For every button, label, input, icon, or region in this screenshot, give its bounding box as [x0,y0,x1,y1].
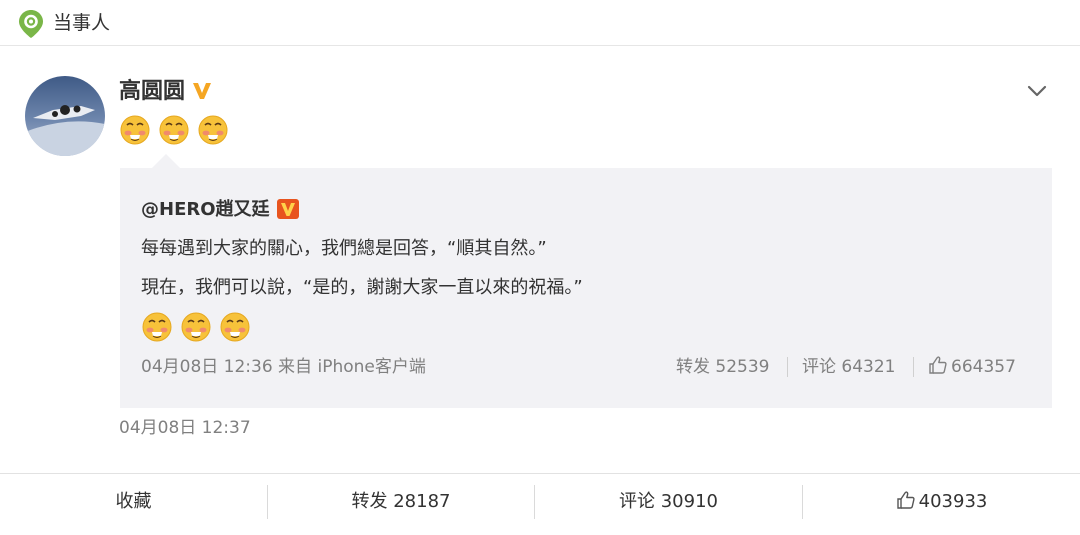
quoted-author[interactable]: @HERO趙又廷 [141,198,270,222]
post-emojis [120,115,232,147]
comment-button[interactable]: 评论 30910 [535,474,802,535]
quoted-like-count: 664357 [951,357,1016,377]
blushing-face-icon [159,115,189,145]
page-title: 当事人 [53,12,111,34]
verified-v-icon [277,199,299,219]
divider [787,357,788,377]
quote-pointer [152,154,180,168]
blushing-face-icon [181,312,211,342]
divider [913,357,914,377]
thumbs-up-icon [929,356,947,374]
quoted-text-line: 現在，我們可以說，“是的，謝謝大家一直以來的祝福。” [141,277,583,298]
avatar[interactable] [25,76,105,156]
quoted-comment-button[interactable]: 评论 64321 [802,355,895,379]
action-bar: 收藏 转发 28187 评论 30910 403933 [0,473,1080,535]
quoted-text-line: 每每遇到大家的關心，我們總是回答，“順其自然。” [141,238,547,259]
collect-button[interactable]: 收藏 [0,474,267,535]
page-header: 当事人 [0,0,1080,46]
quoted-repost-button[interactable]: 转发 52539 [676,355,769,379]
blushing-face-icon [142,312,172,342]
like-count: 403933 [918,491,988,512]
quoted-emojis [142,312,254,344]
quoted-timestamp-source[interactable]: 04月08日 12:36 来自 iPhone客户端 [141,355,426,379]
verified-v-icon [193,83,211,99]
author-name[interactable]: 高圆圆 [119,78,185,106]
chevron-down-icon[interactable] [1026,82,1048,100]
like-button[interactable]: 403933 [803,474,1080,535]
repost-button[interactable]: 转发 28187 [268,474,534,535]
blushing-face-icon [220,312,250,342]
blushing-face-icon [198,115,228,145]
location-pin-icon [19,10,43,38]
post-timestamp[interactable]: 04月08日 12:37 [119,416,251,440]
blushing-face-icon [120,115,150,145]
thumbs-up-icon [896,491,915,509]
quoted-like-button[interactable]: 664357 [928,355,1016,379]
